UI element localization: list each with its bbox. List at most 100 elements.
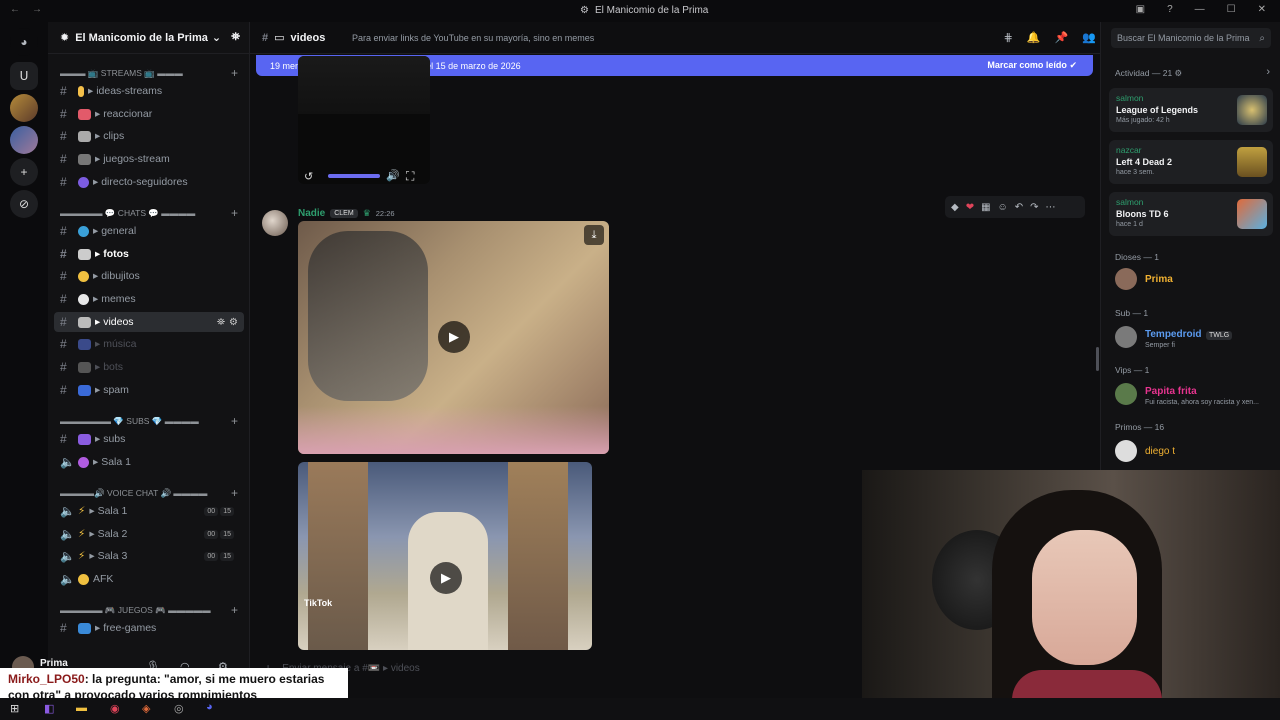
message-actions-toolbar: ◆ ❤ ▦ ☺ ↶ ↷ ⋯ [945, 196, 1085, 218]
server-name: El Manicomio de la Prima [75, 31, 208, 44]
app-icon[interactable]: ◎ [174, 702, 184, 715]
channel-directo-seguidores[interactable]: # ▸ directo-seguidores [54, 172, 244, 192]
channel-memes[interactable]: # ▸ memes [54, 289, 244, 309]
voice-channel-sala2[interactable]: 🔈 ⚡ ▸ Sala 2 00 15 [54, 524, 244, 544]
voice-channel-sala1[interactable]: 🔈 ⚡ ▸ Sala 1 00 15 [54, 501, 244, 521]
add-channel-icon[interactable]: + [231, 66, 238, 80]
video-thumbnail-detail [298, 406, 609, 454]
brave-icon[interactable]: ◈ [142, 702, 150, 715]
channel-juegos-stream[interactable]: # ▸ juegos-stream [54, 149, 244, 169]
message-author[interactable]: Nadie [298, 208, 325, 219]
search-input[interactable]: Buscar El Manicomio de la Prima ⌕ [1111, 28, 1271, 48]
server-icon-2[interactable] [10, 126, 38, 154]
channel-bots[interactable]: # ▸ bots [54, 357, 244, 377]
volume-slider[interactable] [328, 174, 380, 178]
sticker-icon[interactable]: ▦ [981, 202, 990, 213]
forward-icon[interactable]: → [32, 4, 42, 15]
explore-icon[interactable]: ⊘ [10, 190, 38, 218]
download-icon[interactable]: ⤓ [584, 225, 604, 245]
add-channel-icon[interactable]: + [231, 486, 238, 500]
add-channel-icon[interactable]: + [231, 603, 238, 617]
category-voice[interactable]: ▬▬▬▬🔊 VOICE CHAT 🔊 ▬▬▬▬ + [60, 486, 246, 500]
windows-start-icon[interactable]: ⊞ [10, 702, 19, 715]
group-vips: Vips — 1 [1115, 365, 1150, 375]
maximize-button[interactable]: ☐ [1227, 4, 1236, 15]
server-icon-1[interactable] [10, 94, 38, 122]
play-button[interactable]: ▶ [438, 321, 470, 353]
voice-channel-sala1-subs[interactable]: 🔈 ▸ Sala 1 [54, 452, 244, 472]
heart-icon[interactable]: ❤ [966, 202, 974, 213]
member-tempedroid[interactable]: Tempedroid TWLG Semper fi [1115, 324, 1233, 349]
invite-icon[interactable]: ⛯ [217, 317, 225, 328]
help-icon[interactable]: ? [1167, 4, 1173, 15]
avatar[interactable] [262, 210, 288, 236]
category-streams[interactable]: ▬▬▬ 📺 STREAMS 📺 ▬▬▬ + [60, 66, 246, 80]
member-prima[interactable]: Prima [1115, 268, 1173, 290]
window-title: El Manicomio de la Prima [594, 5, 709, 16]
members-icon[interactable]: 👥 [1082, 31, 1096, 44]
member-papita-frita[interactable]: Papita frita Fui racista, ahora soy racis… [1115, 381, 1259, 406]
activity-card[interactable]: salmon League of Legends Más jugado: 42 … [1109, 88, 1273, 132]
pin-icon[interactable]: 📌 [1055, 31, 1069, 44]
video-thumbnail [308, 462, 368, 650]
fullscreen-icon[interactable]: ⛶ [406, 169, 414, 184]
add-reaction-icon[interactable]: ☺ [998, 202, 1008, 213]
category-subs[interactable]: ▬▬▬▬▬▬ 💎 SUBS 💎 ▬▬▬▬ + [60, 414, 246, 428]
obs-icon[interactable]: ◉ [110, 702, 120, 715]
add-member-icon[interactable]: ⛯ [231, 31, 240, 44]
tv-icon: ▭ [274, 32, 285, 44]
video-embed-previous[interactable]: ↺ 🔊 ⛶ [298, 56, 430, 184]
threads-icon[interactable]: ⋕ [1004, 31, 1013, 44]
mark-as-read-button[interactable]: Marcar como leído ✔ [987, 60, 1077, 71]
scrollbar[interactable] [1096, 347, 1099, 371]
volume-icon[interactable]: 🔊 [386, 169, 400, 182]
channel-topic[interactable]: Para enviar links de YouTube en su mayor… [352, 33, 594, 43]
channel-clips[interactable]: # ▸ clips [54, 126, 244, 146]
chevron-right-icon[interactable]: › [1266, 66, 1270, 78]
member-status: Semper fi [1145, 342, 1175, 349]
tv-icon [78, 316, 91, 328]
inbox-icon[interactable]: ▣ [1136, 4, 1145, 15]
video-embed-2[interactable]: ▶ TikTok [298, 462, 592, 650]
close-button[interactable]: ✕ [1258, 4, 1266, 15]
hash-icon: # [60, 360, 67, 374]
channel-reaccionar[interactable]: # ▸ reaccionar [54, 104, 244, 124]
server-current-icon[interactable]: ꓴ [10, 62, 38, 90]
channel-subs[interactable]: # ▸ subs [54, 429, 244, 449]
add-channel-icon[interactable]: + [231, 414, 238, 428]
category-chats[interactable]: ▬▬▬▬▬ 💬 CHATS 💬 ▬▬▬▬ + [60, 206, 246, 220]
discord-taskbar-icon[interactable]: ◕ [206, 701, 213, 713]
channel-videos[interactable]: # ▸ videos ⛯ ⚙ [54, 312, 244, 332]
channel-general[interactable]: # ▸ general [54, 221, 244, 241]
forward-icon[interactable]: ↷ [1030, 202, 1038, 213]
channel-ideas-streams[interactable]: # ▸ ideas-streams [54, 81, 244, 101]
bell-icon[interactable]: 🔔 [1027, 31, 1041, 44]
reply-icon[interactable]: ↶ [1015, 202, 1023, 213]
voice-channel-sala3[interactable]: 🔈 ⚡ ▸ Sala 3 00 15 [54, 546, 244, 566]
channel-musica[interactable]: # ▸ música [54, 334, 244, 354]
activity-card[interactable]: nazcar Left 4 Dead 2 hace 3 sem. [1109, 140, 1273, 184]
reaction-emoji-icon[interactable]: ◆ [951, 202, 959, 213]
discord-home-icon[interactable]: ◕ [10, 28, 38, 56]
twitch-icon[interactable]: ◧ [44, 702, 54, 715]
channel-free-games[interactable]: # ▸ free-games [54, 618, 244, 638]
add-channel-icon[interactable]: + [231, 206, 238, 220]
channel-spam[interactable]: # ▸ spam [54, 380, 244, 400]
minimize-button[interactable]: — [1195, 4, 1205, 15]
server-name-header[interactable]: ✹ El Manicomio de la Prima ⌄ ⛯ [48, 22, 250, 54]
message-composer[interactable]: + Enviar mensaje a #📼 ▸ videos [258, 658, 863, 678]
play-button[interactable]: ▶ [430, 562, 462, 594]
channel-fotos[interactable]: # ▸ fotos [54, 244, 244, 264]
channel-dibujitos[interactable]: # ▸ dibujitos [54, 266, 244, 286]
gear-icon[interactable]: ⚙ [229, 317, 238, 328]
voice-channel-afk[interactable]: 🔈 AFK [54, 569, 244, 589]
add-server-icon[interactable]: + [10, 158, 38, 186]
video-embed-1[interactable]: ▶ ⤓ [298, 221, 609, 454]
back-icon[interactable]: ← [10, 4, 20, 15]
replay-icon[interactable]: ↺ [304, 170, 313, 183]
member-diego-t[interactable]: diego t [1115, 440, 1175, 462]
category-juegos[interactable]: ▬▬▬▬▬ 🎮 JUEGOS 🎮 ▬▬▬▬▬ + [60, 603, 246, 617]
more-icon[interactable]: ⋯ [1046, 202, 1056, 213]
activity-card[interactable]: salmon Bloons TD 6 hace 1 d [1109, 192, 1273, 236]
folder-icon[interactable]: ▬ [76, 702, 87, 714]
